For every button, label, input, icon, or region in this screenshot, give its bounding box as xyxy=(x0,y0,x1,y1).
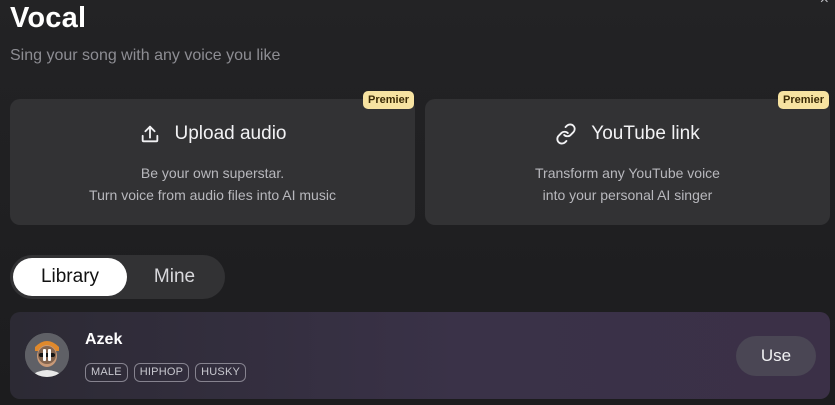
use-button[interactable]: Use xyxy=(736,336,816,376)
upload-audio-card[interactable]: Premier Upload audio Be your own superst… xyxy=(10,91,415,225)
youtube-link-description: Transform any YouTube voice into your pe… xyxy=(425,162,830,206)
upload-audio-header: Upload audio xyxy=(10,123,415,145)
youtube-link-title: YouTube link xyxy=(591,123,700,144)
tab-library[interactable]: Library xyxy=(13,258,127,296)
youtube-desc-line-1: Transform any YouTube voice xyxy=(535,165,720,181)
upload-desc-line-1: Be your own superstar. xyxy=(140,165,285,181)
premier-badge: Premier xyxy=(363,91,414,109)
close-icon[interactable]: × xyxy=(820,0,829,8)
premier-badge: Premier xyxy=(778,91,829,109)
page-title: Vocal xyxy=(10,2,87,34)
page-subtitle: Sing your song with any voice you like xyxy=(10,47,281,64)
library-mine-toggle: Library Mine xyxy=(10,255,225,299)
pause-icon xyxy=(43,349,46,361)
list-item[interactable]: Azek MALE HIPHOP HUSKY Use xyxy=(10,312,830,399)
upload-audio-description: Be your own superstar. Turn voice from a… xyxy=(10,162,415,206)
avatar[interactable] xyxy=(25,333,69,377)
upload-desc-line-2: Turn voice from audio files into AI musi… xyxy=(89,187,336,203)
link-icon xyxy=(555,123,577,145)
youtube-link-card[interactable]: Premier YouTube link Transform any YouTu… xyxy=(425,91,830,225)
tag-husky: HUSKY xyxy=(195,363,247,382)
tag-hiphop: HIPHOP xyxy=(133,363,190,382)
voice-name: Azek xyxy=(85,331,123,348)
tab-mine[interactable]: Mine xyxy=(127,258,222,296)
tag-male: MALE xyxy=(85,363,128,382)
upload-audio-title: Upload audio xyxy=(174,123,287,144)
voice-tags: MALE HIPHOP HUSKY xyxy=(85,363,247,382)
upload-icon xyxy=(139,123,161,145)
youtube-desc-line-2: into your personal AI singer xyxy=(542,187,713,203)
youtube-link-header: YouTube link xyxy=(425,123,830,145)
vocal-panel: × Vocal Sing your song with any voice yo… xyxy=(0,0,835,405)
